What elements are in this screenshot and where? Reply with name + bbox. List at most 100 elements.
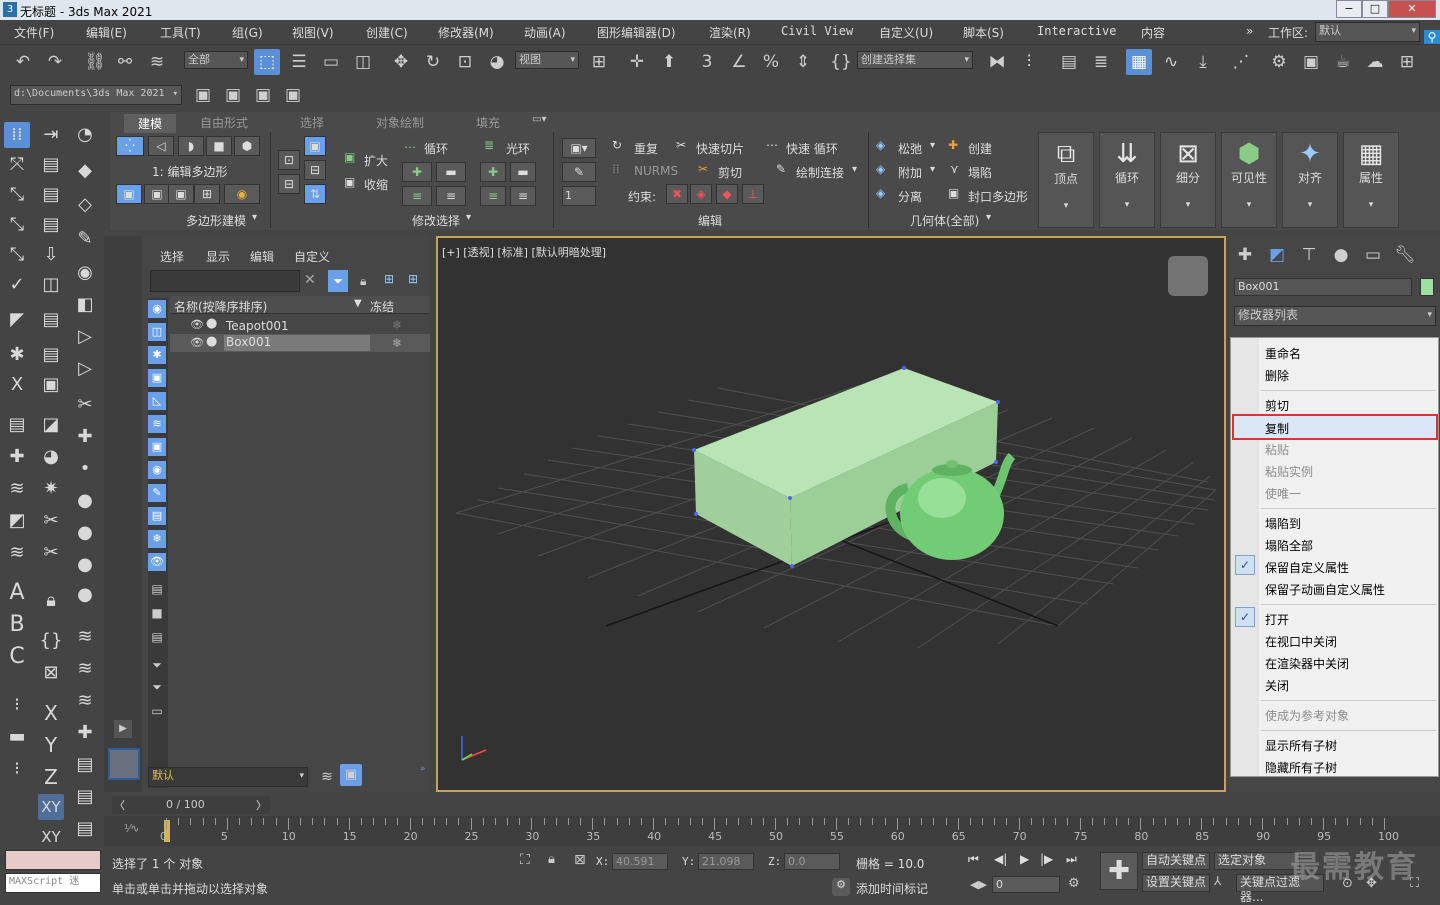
tool-icon[interactable]: ✎ <box>72 226 98 252</box>
explorer-search-input[interactable] <box>150 270 300 292</box>
tool-icon[interactable]: ◪ <box>38 412 64 438</box>
trackbar[interactable]: ⅟∿ 0 5 10 15 20 25 30 35 40 45 50 55 60 65 70 75 80 85 90 9… <box>104 816 1440 846</box>
modify-tab-icon[interactable]: ◩ <box>1264 242 1290 268</box>
edit-tool-button[interactable]: ▣▾ <box>562 138 596 158</box>
filter-funnel-icon[interactable]: ⏷ <box>148 658 166 676</box>
edit-tool-button[interactable]: ✎ <box>562 162 596 182</box>
filter-folder-icon[interactable]: ▭ <box>148 704 166 722</box>
tab-object-paint[interactable]: 对象绘制 <box>376 114 424 131</box>
menu-item-collapse-all[interactable]: 塌陷全部 <box>1265 537 1313 554</box>
spinner-snap-icon[interactable]: ⇕ <box>790 49 816 75</box>
render-cloud-icon[interactable]: ☁ <box>1362 49 1388 75</box>
menu-graph-editors[interactable]: 图形编辑器(D) <box>597 24 676 41</box>
y-coordinate-field[interactable]: 21.098 <box>698 853 754 870</box>
menu-item-copy[interactable]: 复制 <box>1265 420 1289 437</box>
tool-icon[interactable]: C <box>4 644 30 670</box>
constraint-edge-button[interactable]: ◈ <box>690 184 712 204</box>
tool-icon[interactable]: ▤ <box>4 412 30 438</box>
auto-key-button[interactable]: 自动关键点 <box>1142 852 1210 870</box>
hierarchy-icon[interactable]: ⊞ <box>408 272 418 286</box>
sel-tool-button[interactable]: ⊟ <box>278 174 300 194</box>
viewport-perspective[interactable]: [+] [透视] [标准] [默认明暗处理] <box>436 236 1226 792</box>
explorer-menu-display[interactable]: 显示 <box>206 248 230 265</box>
render-icon[interactable]: ☕ <box>1330 49 1356 75</box>
poly-tool-button[interactable]: ▣ <box>168 184 194 204</box>
tool-icon[interactable]: ⁝ <box>4 756 30 782</box>
ring-button[interactable]: 光环 <box>506 140 530 157</box>
tool-icon[interactable]: ≋ <box>4 540 30 566</box>
tool-icon[interactable]: ✂ <box>38 540 64 566</box>
clear-search-icon[interactable]: ✕ <box>304 272 316 288</box>
selection-filter-dropdown[interactable]: 全部 ▾ <box>184 51 248 69</box>
menu-item-off-in-renderer[interactable]: 在渲染器中关闭 <box>1265 655 1349 672</box>
menu-edit[interactable]: 编辑(E) <box>86 24 127 41</box>
tool-icon[interactable]: ✓ <box>4 272 30 298</box>
loop-sel-button[interactable]: ≡ <box>402 186 432 206</box>
project-folder-icon[interactable]: ▣ <box>250 82 276 108</box>
sel-tool-button[interactable]: ⇅ <box>304 184 326 204</box>
edge-mode-button[interactable]: ◁ <box>148 136 174 156</box>
tool-icon[interactable]: ▤ <box>72 752 98 778</box>
tool-icon[interactable]: • <box>72 456 98 482</box>
maximize-button[interactable]: □ <box>1362 0 1388 18</box>
motion-tab-icon[interactable]: ● <box>1328 242 1354 268</box>
tool-icon[interactable]: ⤧ <box>4 152 30 178</box>
group-polygon-modeling[interactable]: 多边形建模 <box>186 212 246 229</box>
tool-icon[interactable]: ✚ <box>72 720 98 746</box>
dope-sheet-icon[interactable]: ⤓ <box>1190 49 1216 75</box>
menu-item-keep-custom-attrs[interactable]: 保留自定义属性 <box>1265 559 1349 576</box>
column-freeze[interactable]: 冻结 <box>370 298 394 315</box>
filter-helper-icon[interactable]: ◺ <box>148 392 166 410</box>
minimize-button[interactable]: − <box>1336 0 1362 18</box>
freeze-icon[interactable]: ❄ <box>392 336 402 350</box>
menu-item-off[interactable]: 关闭 <box>1265 677 1289 694</box>
tool-icon[interactable]: ▤ <box>72 816 98 842</box>
tool-icon[interactable]: ✚ <box>4 444 30 470</box>
quickloop-button[interactable]: 快速 循环 <box>786 140 838 157</box>
menu-view[interactable]: 视图(V) <box>292 24 334 41</box>
keyboard-shortcut-icon[interactable]: ⬆ <box>656 49 682 75</box>
tool-icon[interactable]: ⁝ <box>4 692 30 718</box>
schematic-view-icon[interactable]: ⋰ <box>1228 49 1254 75</box>
sel-tool-button[interactable]: ⊡ <box>278 150 300 170</box>
ref-coord-dropdown[interactable]: 视图 ▾ <box>515 51 579 69</box>
isolate-icon[interactable]: ⛶ <box>520 852 530 868</box>
tool-icon[interactable]: ⇥ <box>38 122 64 148</box>
filter-icon[interactable]: ⏷ <box>328 270 348 292</box>
set-key-button[interactable]: 设置关键点 <box>1142 874 1210 892</box>
window-crossing-icon[interactable]: ◫ <box>350 49 376 75</box>
snaps-toggle-icon[interactable]: 3 <box>694 49 720 75</box>
tool-icon[interactable]: ✚ <box>72 424 98 450</box>
element-mode-button[interactable]: ⬢ <box>234 136 260 156</box>
undo-icon[interactable]: ↶ <box>10 49 36 75</box>
loop-button[interactable]: 循环 <box>424 140 448 157</box>
project-open-icon[interactable]: ▣ <box>190 82 216 108</box>
play-icon[interactable]: ▶︎ <box>1020 852 1029 866</box>
sel-tool-button[interactable]: ▣ <box>304 136 326 156</box>
filter-misc-icon[interactable]: ▤ <box>148 582 166 600</box>
nurms-button[interactable]: NURMS <box>634 164 678 178</box>
tool-icon[interactable]: ◤ <box>4 307 30 333</box>
menu-customize[interactable]: 自定义(U) <box>879 24 933 41</box>
menu-scripting[interactable]: 脚本(S) <box>963 24 1004 41</box>
hierarchy-icon[interactable]: ⊞ <box>384 272 394 286</box>
placement-icon[interactable]: ◕ <box>484 49 510 75</box>
tool-icon[interactable]: ≋ <box>4 476 30 502</box>
column-name[interactable]: 名称(按降序排序) <box>174 298 267 315</box>
layer-explorer-icon[interactable]: ≣ <box>1088 49 1114 75</box>
selection-lock-icon[interactable]: 🔒︎ <box>548 852 555 867</box>
ribbon-toggle-icon[interactable]: ▦ <box>1126 49 1152 75</box>
poly-tool-button[interactable]: ▣ <box>144 184 170 204</box>
cap-poly-button[interactable]: 封口多边形 <box>968 188 1028 205</box>
select-mode-icon[interactable]: ⁞⁞ <box>4 122 30 148</box>
tool-icon[interactable]: ⤡ <box>4 182 30 208</box>
maxscript-input[interactable]: MAXScript 迷 <box>5 873 101 893</box>
tool-icon[interactable]: ▤ <box>38 212 64 238</box>
add-time-tag[interactable]: 添加时间标记 <box>856 880 928 897</box>
x-coordinate-field[interactable]: 40.591 <box>612 853 668 870</box>
repeat-button[interactable]: 重复 <box>634 140 658 157</box>
filter-geometry-icon[interactable]: ◉ <box>148 300 166 318</box>
menu-animation[interactable]: 动画(A) <box>524 24 566 41</box>
eye-icon[interactable]: 👁︎ <box>190 318 204 331</box>
tool-icon[interactable]: ● <box>72 552 98 578</box>
